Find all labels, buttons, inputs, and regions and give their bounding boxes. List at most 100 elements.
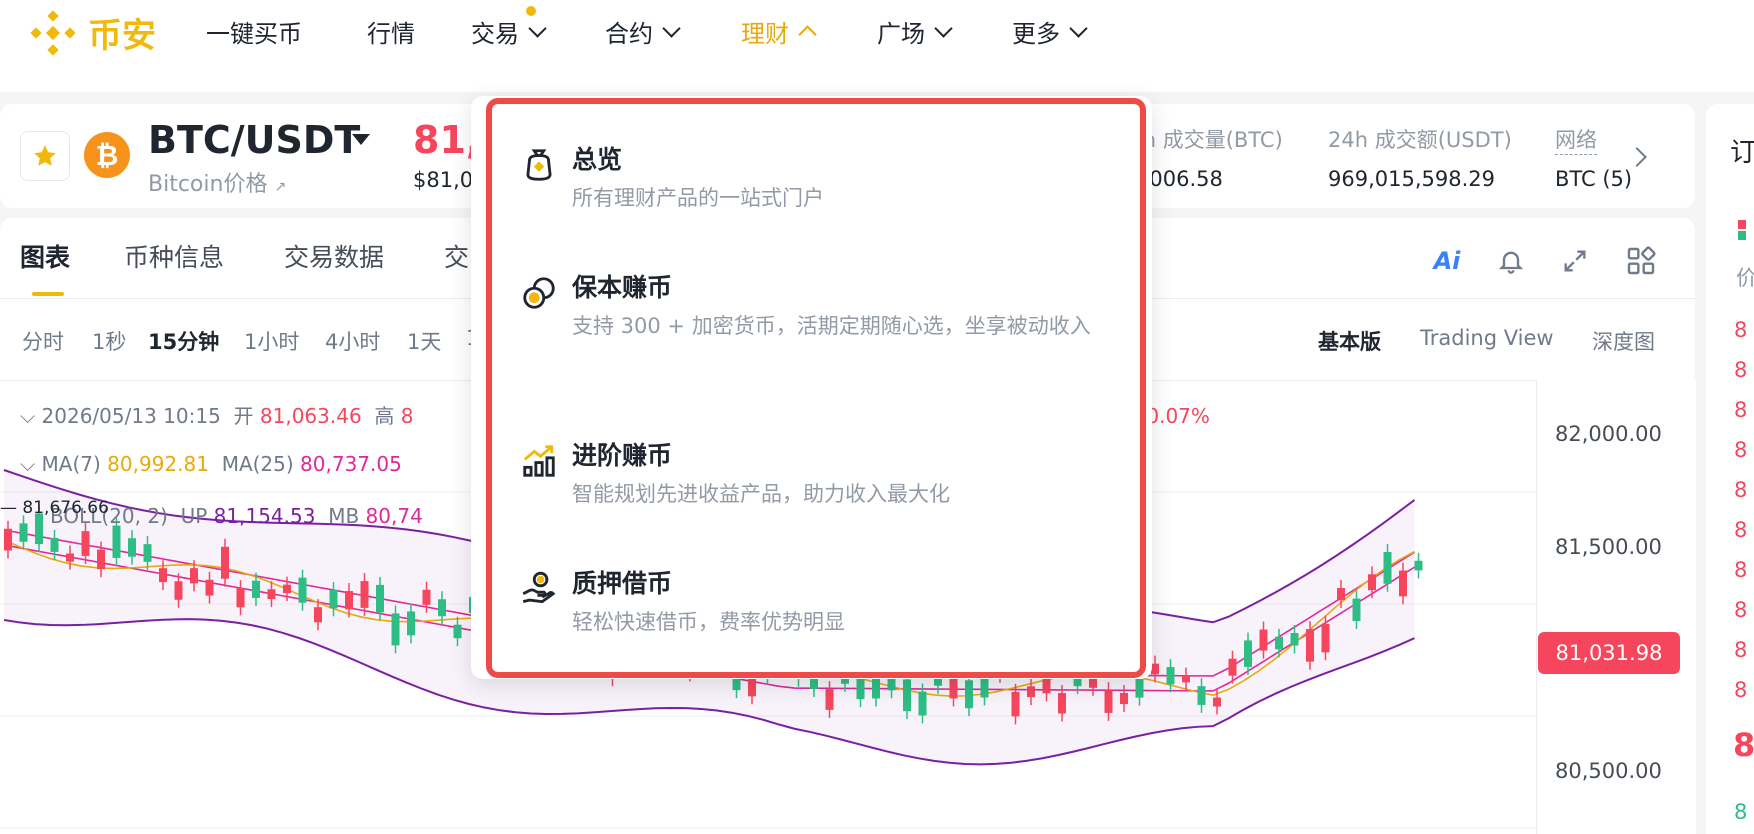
coin-price-link[interactable]: Bitcoin价格 ↗ xyxy=(148,166,286,198)
candle xyxy=(1166,667,1175,685)
candle xyxy=(407,611,415,636)
interval-time[interactable]: 分时 xyxy=(22,326,64,356)
candle xyxy=(1213,697,1221,707)
interval-4h[interactable]: 4小时 xyxy=(325,326,380,356)
candle xyxy=(81,531,90,556)
bell-icon[interactable] xyxy=(1494,244,1528,278)
ma-info-row: ⌵ MA(7) 80,992.81 MA(25) 80,737.05 xyxy=(20,452,402,476)
candle xyxy=(1399,570,1407,597)
candle xyxy=(1259,629,1268,651)
stat-network-label[interactable]: 网络 xyxy=(1555,124,1597,155)
candle xyxy=(1244,640,1252,667)
nav-item-square[interactable]: 广场 xyxy=(877,14,953,49)
nav-item-markets[interactable]: 行情 xyxy=(367,14,415,49)
candle xyxy=(360,581,369,608)
ask-price: 8 xyxy=(1734,358,1748,382)
mb-value: 80,74 xyxy=(365,504,423,528)
up-value: 81,154.53 xyxy=(213,504,316,528)
trading-pair[interactable]: BTC/USDT xyxy=(148,118,360,162)
candle xyxy=(4,528,12,551)
nav-item-futures[interactable]: 合约 xyxy=(605,14,681,49)
candle xyxy=(1383,552,1392,584)
nav-item-earn[interactable]: 理财 xyxy=(741,14,817,49)
fullscreen-icon[interactable] xyxy=(1558,244,1592,278)
order-book-panel xyxy=(1706,104,1754,834)
candle xyxy=(143,544,152,562)
nav-item-trade[interactable]: 交易 xyxy=(471,14,547,49)
nav-item-more[interactable]: 更多 xyxy=(1012,14,1088,49)
candle xyxy=(1042,678,1051,694)
caret-down-icon[interactable] xyxy=(352,134,370,145)
order-book-layout-icon[interactable] xyxy=(1738,220,1748,240)
ma25-value: 80,737.05 xyxy=(300,452,402,476)
ohlc-info-row: ⌵ 2026/05/13 10:15 开 81,063.46 高 8 xyxy=(20,400,414,429)
ma7-value: 80,992.81 xyxy=(107,452,209,476)
candle xyxy=(1321,623,1330,653)
view-tradingview[interactable]: Trading View xyxy=(1420,326,1554,350)
candle xyxy=(918,691,927,716)
order-book-tab[interactable]: 订 xyxy=(1730,132,1754,169)
ai-icon[interactable]: Ai xyxy=(1430,244,1464,278)
tab-trading-data[interactable]: 交易数据 xyxy=(284,238,384,274)
tab-chart[interactable]: 图表 xyxy=(20,238,70,274)
candle xyxy=(1104,690,1113,713)
high-label: 高 xyxy=(374,404,395,428)
tab-trading-analysis[interactable]: 交 xyxy=(444,238,469,274)
candle xyxy=(329,590,338,609)
candle-datetime: 2026/05/13 10:15 xyxy=(41,404,221,428)
chevron-down-icon xyxy=(528,19,547,38)
view-depth[interactable]: 深度图 xyxy=(1592,326,1655,356)
ma7-label: MA(7) xyxy=(41,452,101,476)
candle xyxy=(1058,693,1066,714)
high-value: 8 xyxy=(400,404,414,428)
ask-price: 8 xyxy=(1734,398,1748,422)
interval-15m[interactable]: 15分钟 xyxy=(148,326,219,356)
order-book-last-price: 8 xyxy=(1733,726,1754,764)
candle xyxy=(825,689,834,710)
up-label: UP xyxy=(180,504,208,528)
candle xyxy=(112,525,121,558)
candle xyxy=(903,679,911,712)
collapse-icon[interactable]: ⌵ xyxy=(20,404,35,428)
candle xyxy=(1275,636,1283,650)
favorite-button[interactable] xyxy=(20,131,70,181)
candle xyxy=(174,581,183,600)
candle xyxy=(19,523,28,542)
binance-logo-icon[interactable] xyxy=(30,10,76,56)
candle xyxy=(438,599,446,617)
ask-price: 8 xyxy=(1734,478,1748,502)
ma25-label: MA(25) xyxy=(221,452,294,476)
axis-label: 81,500.00 xyxy=(1555,535,1662,559)
interval-1d[interactable]: 1天 xyxy=(407,326,441,356)
mb-label: MB xyxy=(328,504,360,528)
candle xyxy=(97,549,105,570)
layout-grid-icon[interactable] xyxy=(1624,244,1658,278)
open-value: 81,063.46 xyxy=(259,404,362,428)
interval-1h[interactable]: 1小时 xyxy=(244,326,299,356)
ask-price: 8 xyxy=(1734,678,1748,702)
axis-label: 80,500.00 xyxy=(1555,759,1662,783)
nav-item-buy-crypto[interactable]: 一键买币 xyxy=(206,14,302,49)
candle xyxy=(1197,686,1206,705)
candle xyxy=(236,588,245,608)
candle xyxy=(66,553,74,562)
amplitude-value: 0.07% xyxy=(1146,404,1210,428)
candle xyxy=(1120,693,1128,705)
collapse-icon[interactable]: ⌵ xyxy=(20,452,35,476)
active-tab-indicator xyxy=(32,292,64,296)
tab-coin-info[interactable]: 币种信息 xyxy=(124,238,224,274)
ask-price: 8 xyxy=(1734,438,1748,462)
candle xyxy=(267,589,276,600)
star-icon xyxy=(34,145,56,166)
external-link-icon: ↗ xyxy=(274,179,287,195)
annotation-highlight-box xyxy=(486,98,1146,678)
chevron-down-icon xyxy=(934,19,953,38)
ask-price: 8 xyxy=(1734,318,1748,342)
interval-1s[interactable]: 1秒 xyxy=(92,326,126,356)
logo-text[interactable]: 币安 xyxy=(88,8,156,57)
view-basic[interactable]: 基本版 xyxy=(1318,326,1381,356)
stat-turnover-label: 24h 成交额(USDT) xyxy=(1328,128,1512,152)
candle xyxy=(1011,691,1020,717)
last-price-tag: 81,031.98 xyxy=(1538,632,1680,674)
chevron-up-icon xyxy=(798,25,817,44)
